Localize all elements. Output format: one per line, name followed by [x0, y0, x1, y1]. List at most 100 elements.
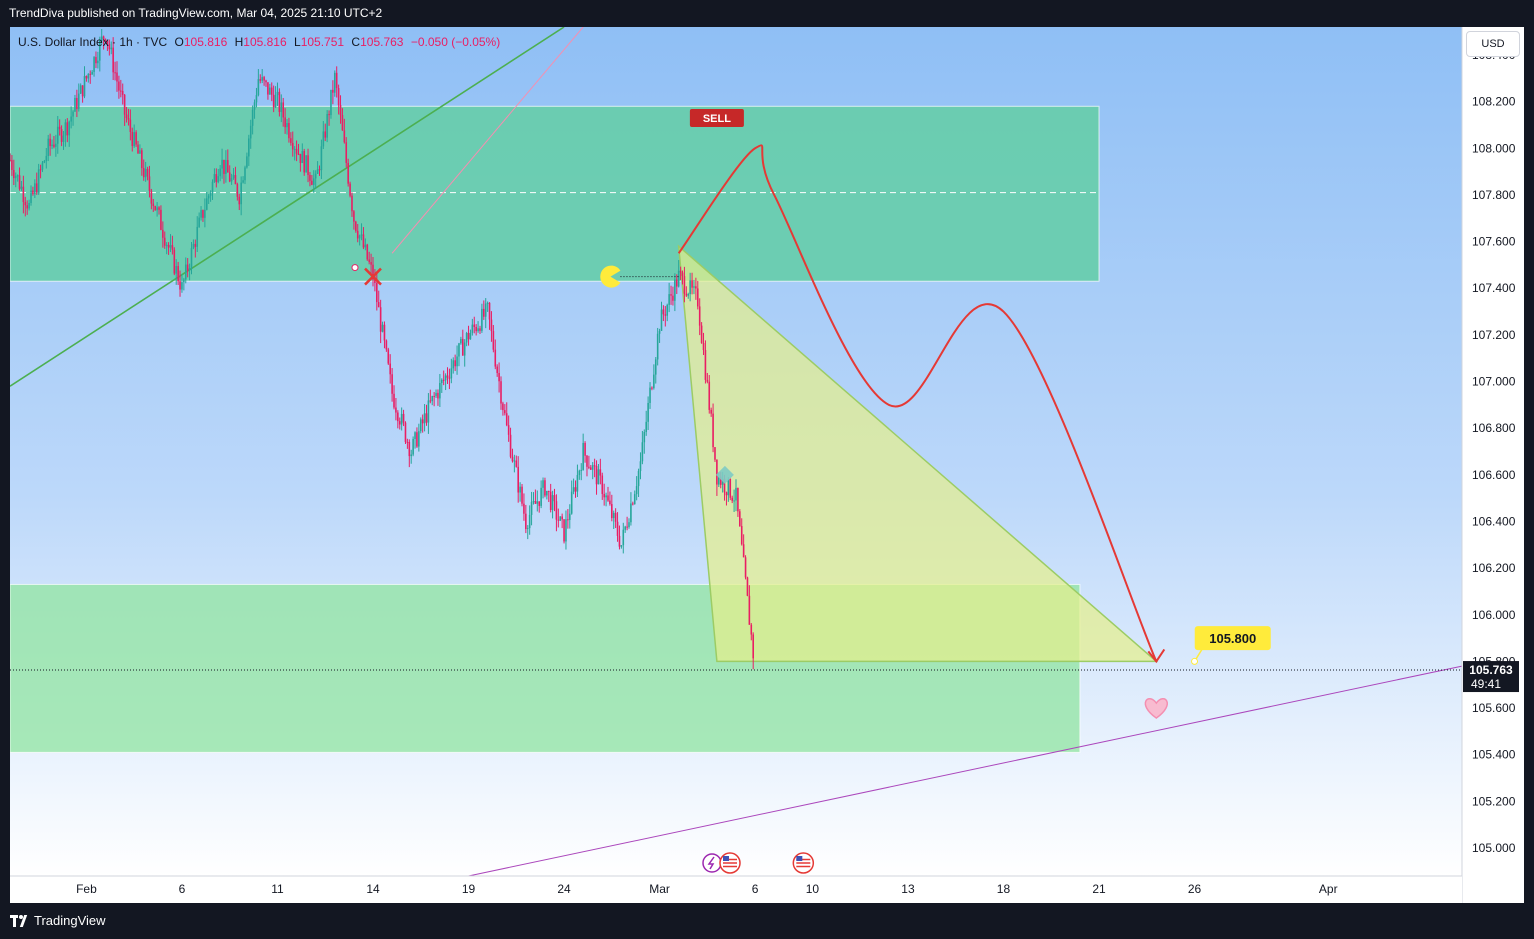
candle-body: [618, 535, 621, 547]
candle-body: [574, 487, 577, 492]
candle-body: [568, 513, 571, 520]
candle-body: [534, 501, 537, 504]
candle-body: [622, 529, 625, 546]
candle-body: [727, 478, 730, 496]
candle-body: [205, 198, 208, 210]
candle-body: [416, 432, 418, 447]
candle-body: [582, 442, 584, 470]
candle-body: [425, 413, 428, 423]
candle-body: [645, 421, 648, 433]
candle-body: [364, 244, 367, 248]
candle-body: [53, 144, 55, 147]
candle-body: [635, 486, 638, 495]
candle-body: [225, 160, 227, 174]
x-tick-label: 14: [366, 882, 380, 896]
candle-body: [116, 72, 118, 82]
candle-body: [355, 221, 357, 231]
tradingview-logo[interactable]: TradingView: [10, 913, 106, 928]
candle-body: [725, 492, 728, 496]
candle-body: [68, 121, 71, 136]
candle-body: [91, 71, 93, 75]
candle-body: [658, 330, 661, 334]
chart-frame[interactable]: SELL 105.800 105.000 105.200 105.400 105.600 1…: [10, 27, 1524, 903]
candle-body: [706, 379, 709, 382]
candle-body: [316, 169, 319, 174]
candle-body: [664, 314, 667, 316]
candle-body: [630, 503, 632, 523]
candle-body: [687, 294, 690, 296]
candle-body: [290, 138, 292, 143]
candle-body: [351, 195, 353, 212]
candle-body: [286, 123, 288, 128]
candle-body: [383, 324, 386, 341]
candle-body: [211, 181, 214, 194]
candle-body: [446, 375, 449, 378]
candle-body: [614, 512, 617, 522]
candle-body: [662, 309, 665, 315]
candle-body: [32, 190, 34, 194]
candle-body: [135, 132, 137, 145]
candle-body: [202, 210, 204, 218]
candle-body: [39, 169, 42, 171]
candle-body: [301, 151, 304, 163]
candle-body: [47, 138, 50, 156]
candle-body: [460, 338, 462, 344]
candle-body: [649, 387, 651, 403]
candle-body: [158, 207, 160, 210]
candle-body: [637, 471, 640, 487]
candle-body: [381, 324, 384, 332]
candle-body: [654, 359, 657, 375]
candle-body: [95, 57, 97, 64]
candle-body: [674, 279, 676, 301]
candle-body: [139, 150, 141, 154]
flag-canton: [723, 856, 729, 861]
chart-canvas[interactable]: SELL 105.800 105.000 105.200 105.400 105.600 1…: [10, 27, 1524, 903]
candle-body: [230, 178, 233, 182]
candle-body: [20, 186, 23, 189]
candle-body: [538, 501, 541, 506]
candle-body: [120, 90, 122, 92]
price-badge-countdown: 49:41: [1471, 677, 1501, 691]
candle-body: [467, 333, 470, 340]
candle-body: [58, 126, 61, 130]
candle-body: [486, 302, 489, 304]
candle-body: [123, 94, 126, 115]
x-tick-label: 10: [806, 882, 820, 896]
candle-body: [601, 475, 604, 494]
candle-body: [559, 516, 562, 521]
candle-body: [261, 77, 263, 81]
candle-body: [74, 97, 76, 112]
currency-button[interactable]: USD: [1466, 31, 1520, 57]
candle-body: [345, 142, 348, 163]
candle-body: [377, 302, 380, 308]
candle-body: [530, 501, 533, 515]
candle-body: [320, 146, 323, 171]
candle-body: [544, 480, 546, 496]
candle-body: [397, 412, 399, 422]
candle-body: [324, 131, 327, 138]
candle-body: [588, 466, 590, 468]
candle-body: [563, 519, 565, 542]
candle-body: [288, 123, 290, 139]
candle-body: [479, 328, 481, 331]
candle-body: [626, 526, 628, 528]
candle-body: [593, 465, 596, 467]
candle-body: [679, 270, 682, 273]
candle-body: [240, 182, 242, 205]
candle-body: [85, 76, 88, 79]
candle-body: [192, 243, 195, 249]
symbol-name[interactable]: U.S. Dollar Index · 1h · TVC: [18, 35, 167, 49]
candle-body: [450, 368, 453, 379]
x-tick-label: 18: [997, 882, 1011, 896]
candle-body: [695, 286, 697, 289]
publish-text: TrendDiva published on TradingView.com, …: [9, 6, 383, 20]
candle-body: [284, 117, 286, 128]
candle-body: [11, 160, 13, 170]
candle-body: [162, 229, 164, 238]
candle-body: [611, 504, 613, 519]
candle-body: [414, 432, 416, 439]
candle-body: [267, 82, 269, 95]
candle-body: [41, 162, 44, 170]
candle-body: [515, 460, 518, 467]
candle-body: [131, 131, 134, 147]
